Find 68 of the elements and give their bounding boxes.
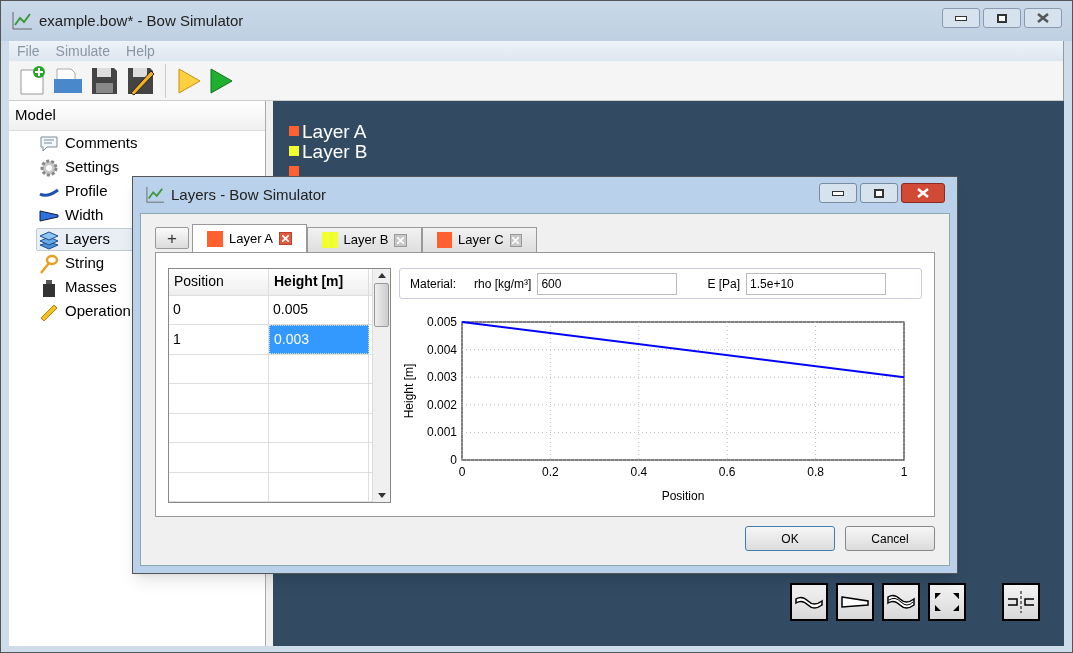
- view-button[interactable]: [928, 583, 966, 621]
- layers-icon: [39, 229, 59, 250]
- close-tab-icon[interactable]: [279, 232, 292, 245]
- speech-bubble-icon: [39, 133, 59, 154]
- expand-icon: [932, 591, 962, 613]
- tick-label: 0.002: [426, 397, 457, 412]
- tree-item[interactable]: Masses: [36, 276, 141, 299]
- scrollbar[interactable]: [372, 269, 390, 502]
- tree-item[interactable]: Comments: [36, 132, 141, 155]
- scroll-thumb[interactable]: [374, 283, 389, 327]
- material-label: Material:: [410, 275, 456, 293]
- tick-label: 0.005: [426, 315, 457, 329]
- maximize-button[interactable]: [983, 8, 1021, 28]
- tick-label: 0.4: [630, 465, 648, 479]
- tick-label: 0.6: [718, 465, 736, 479]
- view-button[interactable]: [836, 583, 874, 621]
- tick-label: 0.8: [807, 465, 824, 479]
- axis-title: Height [m]: [402, 363, 416, 419]
- minimize-button[interactable]: [819, 183, 857, 203]
- tree-item[interactable]: String: [36, 252, 141, 275]
- input-field[interactable]: 600: [537, 272, 678, 295]
- close-icon: [917, 188, 929, 198]
- close-icon: [1037, 13, 1049, 23]
- window-title: example.bow* - Bow Simulator: [39, 10, 244, 31]
- field-label: rho [kg/m³]: [474, 275, 532, 293]
- view-button[interactable]: [882, 583, 920, 621]
- chart-icon: [145, 186, 165, 204]
- layer-tab[interactable]: Layer A: [192, 224, 307, 252]
- legend-label: Layer A: [302, 121, 367, 141]
- table-cell[interactable]: 0: [169, 295, 269, 325]
- input-field[interactable]: 1.5e+10: [746, 272, 887, 295]
- tree-item[interactable]: Profile: [36, 180, 141, 203]
- close-button[interactable]: [901, 183, 945, 203]
- chart-icon: [11, 11, 33, 31]
- tree-item[interactable]: Width: [36, 204, 141, 227]
- tick-label: 0.001: [426, 425, 457, 440]
- loop-icon: [39, 253, 59, 274]
- minimize-button[interactable]: [942, 8, 980, 28]
- view-button[interactable]: [790, 583, 828, 621]
- table-cell[interactable]: 0.005: [269, 295, 369, 325]
- split-icon: [1006, 591, 1036, 613]
- close-button[interactable]: [1024, 8, 1062, 28]
- add-tab-button[interactable]: +: [155, 227, 189, 249]
- axis-title: Position: [661, 489, 705, 503]
- field-label: E [Pa]: [707, 275, 741, 293]
- tick-label: 0.003: [426, 370, 457, 385]
- column-header[interactable]: Position: [169, 269, 269, 295]
- layer-tab[interactable]: Layer C: [422, 227, 537, 252]
- dialog-button[interactable]: Cancel: [845, 526, 935, 551]
- new-document-icon[interactable]: [17, 64, 47, 97]
- tick-label: 0: [458, 465, 466, 479]
- tree-item[interactable]: Operation: [36, 300, 141, 323]
- legend-label: Layer B: [302, 141, 368, 161]
- play-icon[interactable]: [208, 65, 234, 96]
- tree-item[interactable]: Settings: [36, 156, 141, 179]
- gear-icon: [39, 157, 59, 178]
- tick-label: 0.004: [426, 342, 457, 357]
- tick-label: 0.2: [542, 465, 559, 479]
- tick-label: 0: [450, 453, 457, 467]
- view-button[interactable]: [1002, 583, 1040, 621]
- close-tab-icon[interactable]: [394, 233, 407, 247]
- column-header[interactable]: Height [m]: [269, 269, 369, 295]
- dialog-button[interactable]: OK: [745, 526, 835, 551]
- close-tab-icon[interactable]: [509, 233, 522, 247]
- maximize-button[interactable]: [860, 183, 898, 203]
- layer-tab[interactable]: Layer B: [307, 227, 422, 252]
- tick-label: 1: [900, 465, 908, 479]
- dialog-title: Layers - Bow Simulator: [171, 184, 327, 205]
